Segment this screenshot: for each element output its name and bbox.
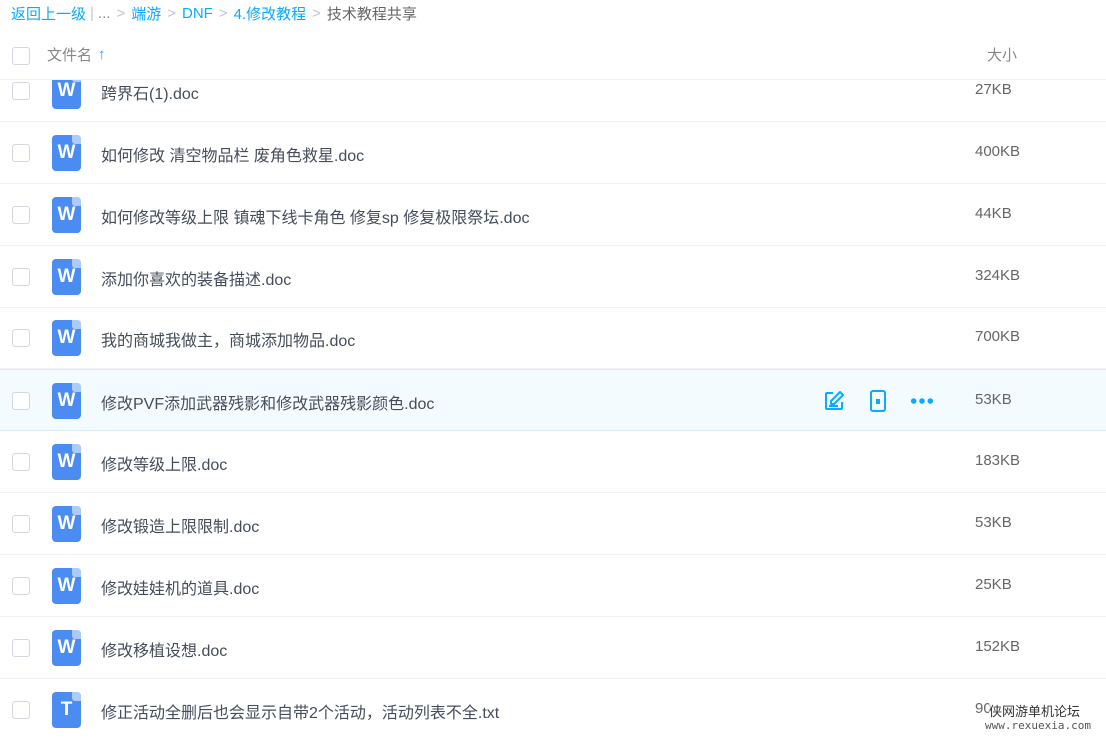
row-checkbox[interactable] xyxy=(12,701,30,719)
breadcrumb: 返回上一级 | ... > 端游 > DNF > 4.修改教程 > 技术教程共享 xyxy=(11,0,417,26)
file-size: 53KB xyxy=(975,514,1012,531)
word-doc-icon: W xyxy=(52,259,81,295)
file-list: W 跨界石(1).doc 27KB W 如何修改 清空物品栏 废角色救星.doc 400K… xyxy=(0,60,1106,739)
row-checkbox[interactable] xyxy=(12,82,30,100)
breadcrumb-ellipsis[interactable]: ... xyxy=(98,5,111,22)
row-checkbox[interactable] xyxy=(12,453,30,471)
more-icon[interactable] xyxy=(910,389,934,413)
file-name[interactable]: 如何修改 清空物品栏 废角色救星.doc xyxy=(101,142,364,166)
file-size: 324KB xyxy=(975,267,1021,284)
word-doc-icon: W xyxy=(52,568,81,604)
word-doc-icon: W xyxy=(52,506,81,542)
row-checkbox[interactable] xyxy=(12,329,30,347)
file-size: 152KB xyxy=(975,638,1021,655)
row-checkbox[interactable] xyxy=(12,515,30,533)
row-checkbox[interactable] xyxy=(12,639,30,657)
file-row[interactable]: W 我的商城我做主，商城添加物品.doc 700KB xyxy=(0,307,1106,369)
row-checkbox[interactable] xyxy=(12,392,30,410)
phone-icon[interactable] xyxy=(866,389,890,413)
file-row[interactable]: W 如何修改 清空物品栏 废角色救星.doc 400KB xyxy=(0,122,1106,184)
word-doc-icon: W xyxy=(52,135,81,171)
file-row[interactable]: W 修改等级上限.doc 183KB xyxy=(0,431,1106,493)
name-column-header[interactable]: 文件名 ↑ xyxy=(47,44,106,65)
file-row[interactable]: W 修改PVF添加武器残影和修改武器残影颜色.doc 53KB xyxy=(0,369,1106,431)
file-name[interactable]: 添加你喜欢的装备描述.doc xyxy=(101,266,291,290)
size-column-header[interactable]: 大小 xyxy=(987,44,1017,65)
row-checkbox[interactable] xyxy=(12,268,30,286)
file-name[interactable]: 修改等级上限.doc xyxy=(101,451,227,475)
file-name[interactable]: 修正活动全删后也会显示自带2个活动，活动列表不全.txt xyxy=(101,699,499,723)
name-column-label: 文件名 xyxy=(47,47,93,64)
file-name[interactable]: 如何修改等级上限 镇魂下线卡角色 修复sp 修复极限祭坛.doc xyxy=(101,204,529,228)
file-size: 183KB xyxy=(975,452,1021,469)
file-row[interactable]: W 修改锻造上限限制.doc 53KB xyxy=(0,493,1106,555)
file-size: 400KB xyxy=(975,143,1021,160)
file-name[interactable]: 跨界石(1).doc xyxy=(101,80,199,104)
file-size: 53KB xyxy=(975,391,1012,408)
select-all-checkbox[interactable] xyxy=(12,47,30,65)
breadcrumb-arrow: > xyxy=(167,4,176,22)
watermark-url: www.rexuexia.com xyxy=(985,719,1091,732)
file-row[interactable]: W 修改移植设想.doc 152KB xyxy=(0,617,1106,679)
txt-file-icon: T xyxy=(52,692,81,728)
row-actions xyxy=(822,389,934,413)
breadcrumb-current: 技术教程共享 xyxy=(326,5,417,23)
file-row[interactable]: W 添加你喜欢的装备描述.doc 324KB xyxy=(0,246,1106,308)
file-row[interactable]: W 修改娃娃机的道具.doc 25KB xyxy=(0,555,1106,617)
row-checkbox[interactable] xyxy=(12,144,30,162)
file-size: 25KB xyxy=(975,576,1012,593)
breadcrumb-item-tutorial[interactable]: 4.修改教程 xyxy=(234,3,307,24)
list-header: 文件名 ↑ 大小 xyxy=(0,30,1106,80)
edit-icon[interactable] xyxy=(822,389,846,413)
file-name[interactable]: 修改PVF添加武器残影和修改武器残影颜色.doc xyxy=(101,390,434,414)
file-size: 27KB xyxy=(975,81,1012,98)
back-link[interactable]: 返回上一级 xyxy=(11,3,86,24)
file-row[interactable]: W 如何修改等级上限 镇魂下线卡角色 修复sp 修复极限祭坛.doc 44KB xyxy=(0,184,1106,246)
word-doc-icon: W xyxy=(52,197,81,233)
file-row[interactable]: T 修正活动全删后也会显示自带2个活动，活动列表不全.txt 90 xyxy=(0,679,1106,739)
breadcrumb-item-duanyou[interactable]: 端游 xyxy=(131,3,161,24)
row-checkbox[interactable] xyxy=(12,577,30,595)
breadcrumb-item-dnf[interactable]: DNF xyxy=(182,5,213,22)
breadcrumb-arrow: > xyxy=(116,4,126,22)
file-name[interactable]: 我的商城我做主，商城添加物品.doc xyxy=(101,327,355,351)
file-size: 44KB xyxy=(975,205,1012,222)
file-name[interactable]: 修改移植设想.doc xyxy=(101,637,227,661)
word-doc-icon: W xyxy=(52,383,81,419)
breadcrumb-divider: | xyxy=(90,4,94,22)
watermark: 侠网游单机论坛 www.rexuexia.com xyxy=(975,697,1106,739)
sort-ascending-icon[interactable]: ↑ xyxy=(98,46,106,63)
watermark-logo: 侠网游单机论坛 xyxy=(989,701,1081,720)
file-name[interactable]: 修改锻造上限限制.doc xyxy=(101,513,259,537)
breadcrumb-arrow: > xyxy=(218,4,228,22)
word-doc-icon: W xyxy=(52,444,81,480)
file-size: 700KB xyxy=(975,328,1021,345)
word-doc-icon: W xyxy=(52,630,81,666)
word-doc-icon: W xyxy=(52,320,81,356)
breadcrumb-arrow: > xyxy=(312,4,321,22)
row-checkbox[interactable] xyxy=(12,206,30,224)
file-name[interactable]: 修改娃娃机的道具.doc xyxy=(101,575,259,599)
